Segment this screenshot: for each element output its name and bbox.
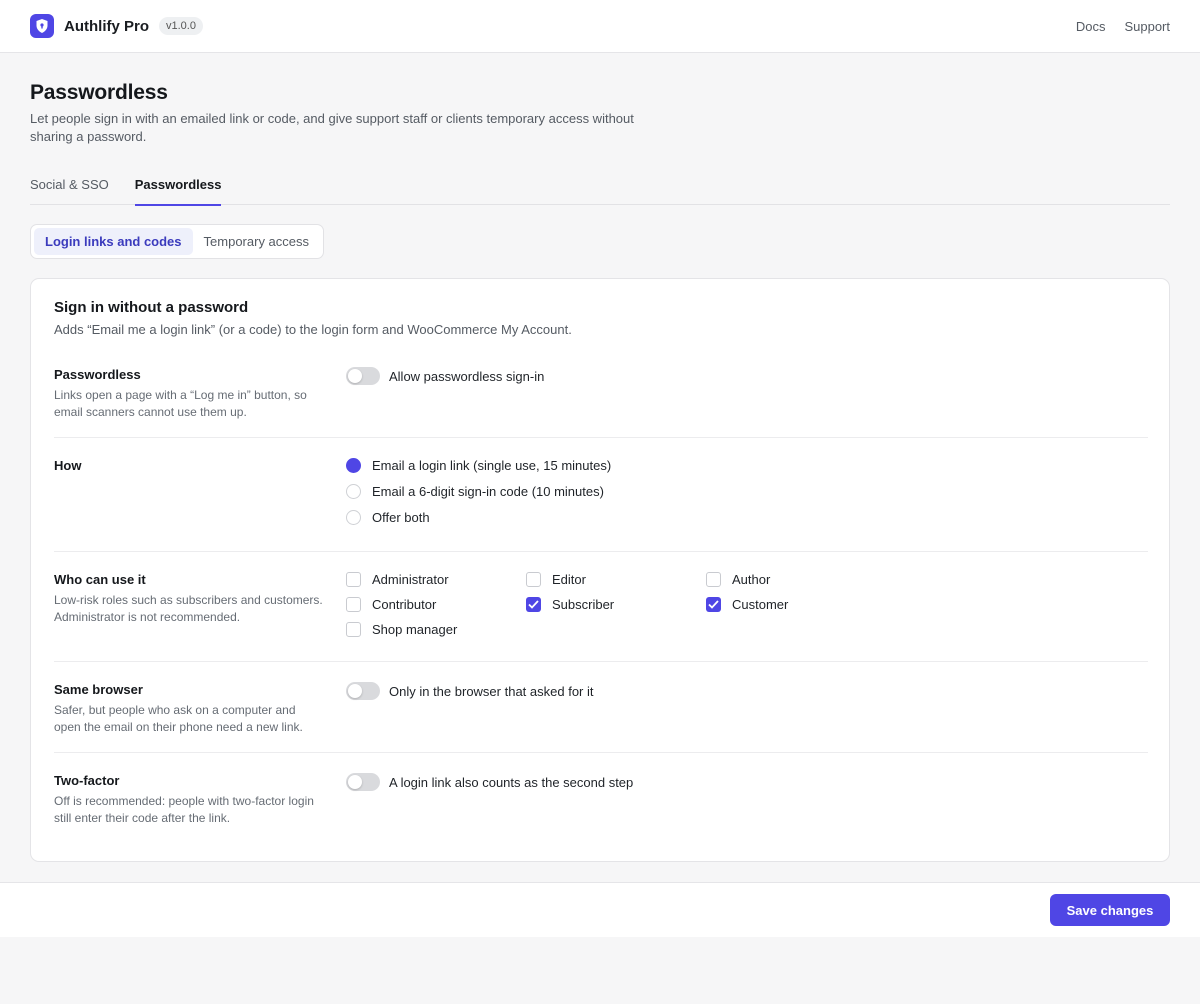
two-factor-toggle-label: A login link also counts as the second s… xyxy=(389,774,634,790)
role-subscriber[interactable]: Subscriber xyxy=(526,597,614,612)
checkbox[interactable] xyxy=(706,572,721,587)
passwordless-label: Passwordless xyxy=(54,367,141,382)
role-label: Shop manager xyxy=(372,622,458,637)
card-title: Sign in without a password xyxy=(54,299,249,316)
tab-social-sso[interactable]: Social & SSO xyxy=(30,166,109,205)
checkbox[interactable] xyxy=(526,597,541,612)
passwordless-toggle-line: Allow passwordless sign-in xyxy=(346,367,544,385)
role-shop-manager[interactable]: Shop manager xyxy=(346,622,457,637)
subtab-temporary-access[interactable]: Temporary access xyxy=(193,228,320,255)
radio-button[interactable] xyxy=(346,458,361,473)
two-factor-row: Two-factor Off is recommended: people wi… xyxy=(54,753,1148,843)
passwordless-row: Passwordless Links open a page with a “L… xyxy=(54,349,1148,438)
footer-bar: Save changes xyxy=(0,882,1200,937)
shield-icon xyxy=(30,14,54,38)
app-title: Authlify Pro xyxy=(64,17,149,35)
checkmark-icon xyxy=(528,600,539,609)
who-label: Who can use it xyxy=(54,572,146,587)
role-administrator[interactable]: Administrator xyxy=(346,572,449,587)
radio-button[interactable] xyxy=(346,484,361,499)
passwordless-toggle-label: Allow passwordless sign-in xyxy=(389,368,545,384)
toggle-knob xyxy=(348,369,362,383)
how-option-both[interactable]: Offer both xyxy=(346,510,430,525)
main-content: Passwordless Let people sign in with an … xyxy=(0,53,1200,882)
version-badge: v1.0.0 xyxy=(159,17,203,35)
how-row: How Email a login link (single use, 15 m… xyxy=(54,438,1148,552)
page-title: Passwordless xyxy=(30,81,168,104)
passwordless-help: Links open a page with a “Log me in” but… xyxy=(54,388,307,419)
same-browser-toggle-label: Only in the browser that asked for it xyxy=(389,683,594,699)
same-browser-toggle[interactable] xyxy=(346,682,380,700)
how-label: How xyxy=(54,458,82,473)
page-description: Let people sign in with an emailed link … xyxy=(30,111,634,144)
save-button[interactable]: Save changes xyxy=(1050,894,1170,926)
same-browser-row: Same browser Safer, but people who ask o… xyxy=(54,662,1148,753)
role-customer[interactable]: Customer xyxy=(706,597,788,612)
two-factor-toggle[interactable] xyxy=(346,773,380,791)
radio-button[interactable] xyxy=(346,510,361,525)
role-label: Editor xyxy=(552,572,586,587)
toggle-knob xyxy=(348,775,362,789)
checkmark-icon xyxy=(708,600,719,609)
role-label: Customer xyxy=(732,597,789,612)
role-editor[interactable]: Editor xyxy=(526,572,586,587)
two-factor-help: Off is recommended: people with two-fact… xyxy=(54,794,314,825)
same-browser-toggle-line: Only in the browser that asked for it xyxy=(346,682,593,700)
subtab-control: Login links and codes Temporary access xyxy=(30,224,325,259)
role-label: Author xyxy=(732,572,771,587)
same-browser-label: Same browser xyxy=(54,682,143,697)
tab-bar: Social & SSO Passwordless xyxy=(30,166,1170,206)
page-bottom xyxy=(0,937,1200,1004)
how-option-label: Email a 6-digit sign-in code (10 minutes… xyxy=(372,484,604,499)
who-row: Who can use it Low-risk roles such as su… xyxy=(54,552,1148,662)
who-help: Low-risk roles such as subscribers and c… xyxy=(54,593,323,624)
checkbox[interactable] xyxy=(346,572,361,587)
how-option-link[interactable]: Email a login link (single use, 15 minut… xyxy=(346,458,611,473)
card-description: Adds “Email me a login link” (or a code)… xyxy=(54,322,572,337)
subtab-login-links[interactable]: Login links and codes xyxy=(34,228,193,255)
tab-passwordless[interactable]: Passwordless xyxy=(134,166,221,206)
role-author[interactable]: Author xyxy=(706,572,770,587)
support-link[interactable]: Support xyxy=(1124,19,1170,34)
passwordless-toggle[interactable] xyxy=(346,367,380,385)
docs-link[interactable]: Docs xyxy=(1076,19,1106,34)
checkbox[interactable] xyxy=(526,572,541,587)
checkbox[interactable] xyxy=(346,597,361,612)
two-factor-toggle-line: A login link also counts as the second s… xyxy=(346,773,633,791)
settings-card: Sign in without a password Adds “Email m… xyxy=(30,278,1170,862)
checkbox[interactable] xyxy=(706,597,721,612)
same-browser-help: Safer, but people who ask on a computer … xyxy=(54,703,303,734)
role-contributor[interactable]: Contributor xyxy=(346,597,436,612)
top-bar: Authlify Pro v1.0.0 Docs Support xyxy=(0,0,1200,53)
toggle-knob xyxy=(348,684,362,698)
checkbox[interactable] xyxy=(346,622,361,637)
role-label: Subscriber xyxy=(552,597,615,612)
two-factor-label: Two-factor xyxy=(54,773,120,788)
role-label: Contributor xyxy=(372,597,437,612)
how-option-code[interactable]: Email a 6-digit sign-in code (10 minutes… xyxy=(346,484,604,499)
role-label: Administrator xyxy=(372,572,449,587)
how-option-label: Email a login link (single use, 15 minut… xyxy=(372,458,612,473)
how-option-label: Offer both xyxy=(372,510,430,525)
